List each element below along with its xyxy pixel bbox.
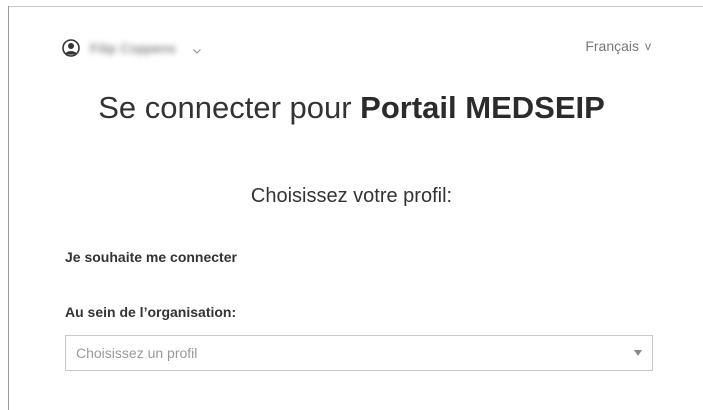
title-prefix: Se connecter pour xyxy=(98,90,361,125)
top-border xyxy=(8,6,703,7)
user-menu[interactable]: Filip Coppens xyxy=(62,38,202,58)
user-name: Filip Coppens xyxy=(90,40,176,56)
language-chevron-icon: v xyxy=(645,39,651,53)
profile-select[interactable]: Choisissez un profil xyxy=(65,335,653,371)
page-title: Se connecter pour Portail MEDSEIP xyxy=(0,90,703,126)
left-border xyxy=(8,6,9,410)
language-label: Français xyxy=(585,38,639,54)
language-selector[interactable]: Français v xyxy=(585,38,651,54)
profile-select-placeholder: Choisissez un profil xyxy=(76,345,198,361)
caret-down-icon xyxy=(634,350,642,356)
organisation-label: Au sein de l’organisation: xyxy=(65,304,237,320)
login-panel: Filip Coppens Français v Se connecter po… xyxy=(0,0,703,410)
title-brand: Portail MEDSEIP xyxy=(360,90,605,125)
connect-label: Je souhaite me connecter xyxy=(65,249,237,265)
profile-subtitle: Choisissez votre profil: xyxy=(250,185,453,207)
chevron-down-icon[interactable] xyxy=(192,43,202,54)
user-avatar-icon xyxy=(62,39,80,57)
